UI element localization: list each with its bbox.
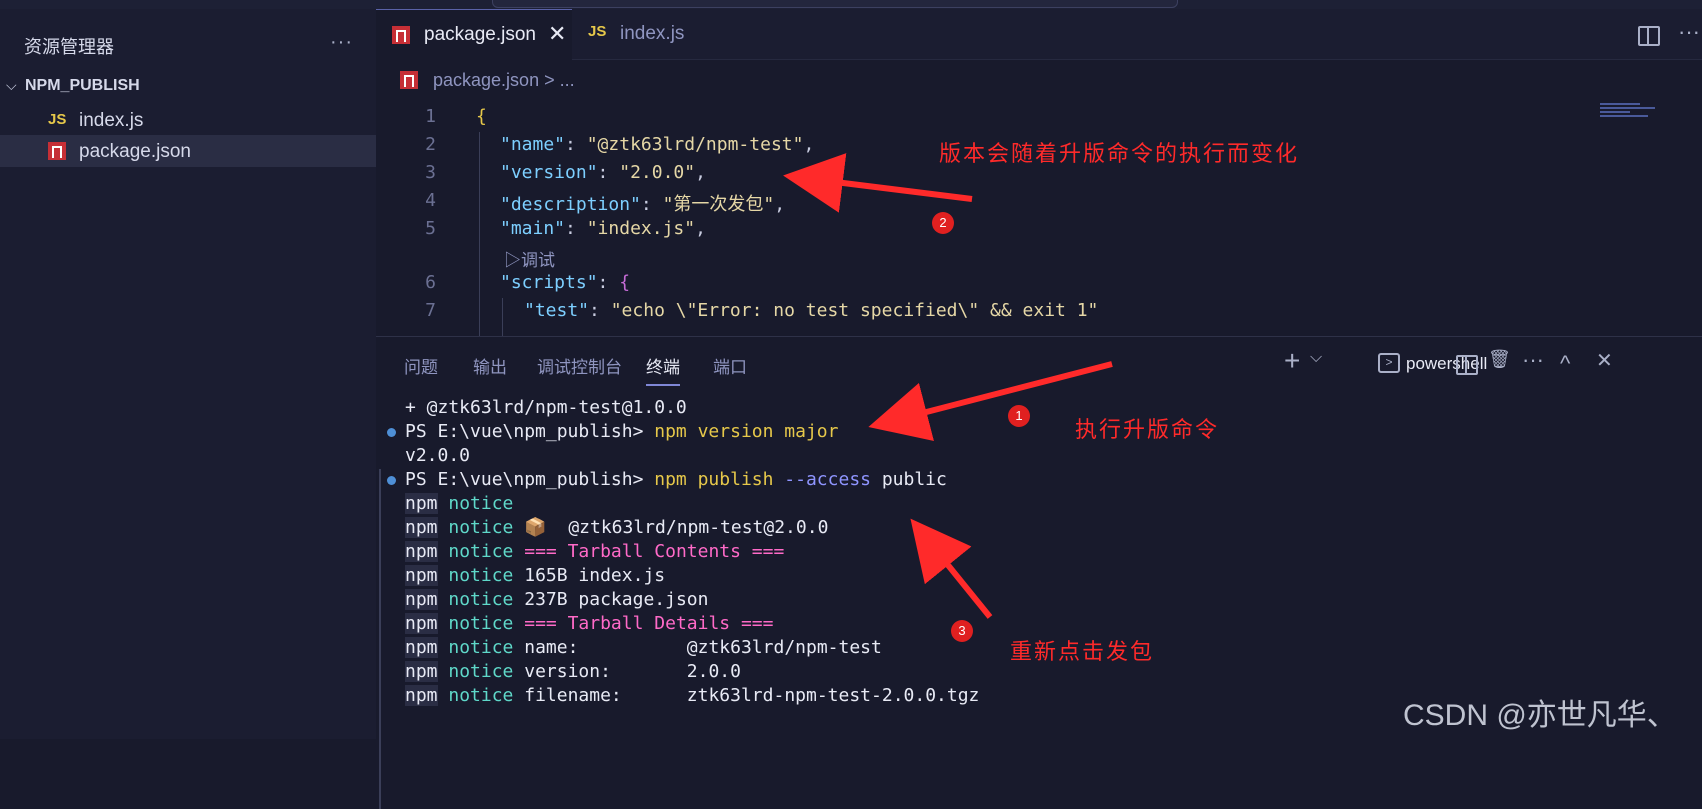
annotation-version-change: 版本会随着升版命令的执行而变化 — [939, 142, 1300, 167]
watermark: CSDN @亦世凡华、 — [1403, 699, 1677, 732]
annotation-republish: 重新点击发包 — [1010, 640, 1155, 665]
arrow-3 — [910, 518, 993, 619]
annotation-run-version: 执行升版命令 — [1075, 418, 1220, 443]
step-badge-3: 3 — [951, 620, 973, 642]
step-badge-2: 2 — [932, 212, 954, 234]
step-badge-1: 1 — [1008, 405, 1030, 427]
arrow-2 — [783, 153, 973, 213]
annotation-arrows — [783, 153, 1113, 619]
